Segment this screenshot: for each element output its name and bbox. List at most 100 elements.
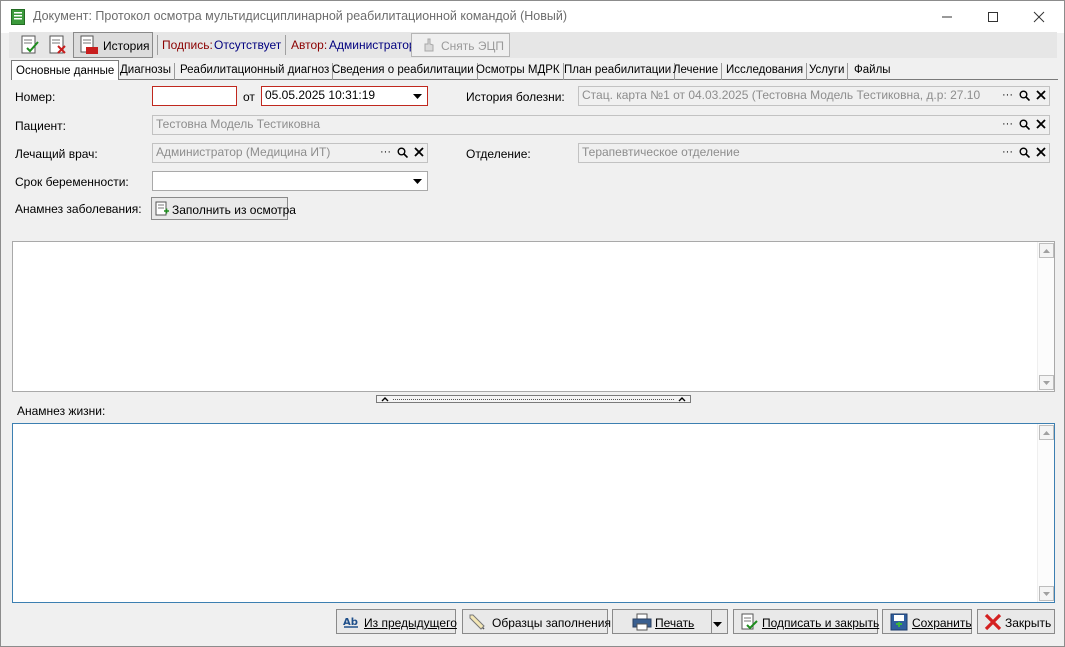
department-value: Терапевтическое отделение	[582, 145, 740, 159]
department-search-button[interactable]	[1016, 144, 1033, 160]
search-icon	[397, 147, 408, 158]
ellipsis-icon: ···	[1002, 118, 1013, 130]
fill-document-icon	[155, 201, 169, 216]
scroll-down-button[interactable]	[1039, 586, 1054, 601]
life-anamnesis-label: Анамнез жизни:	[17, 404, 106, 418]
patient-value: Тестовна Модель Тестиковна	[156, 117, 321, 131]
pregnancy-label: Срок беременности:	[15, 175, 129, 189]
department-clear-button[interactable]	[1032, 144, 1049, 160]
from-previous-label: Из предыдущего	[364, 616, 457, 630]
from-previous-button[interactable]: Ab Из предыдущего	[336, 609, 457, 634]
scroll-up-icon	[1043, 430, 1050, 435]
maximize-button[interactable]	[970, 1, 1016, 33]
patient-field[interactable]: Тестовна Модель Тестиковна	[152, 115, 1050, 135]
doctor-label: Лечащий врач:	[15, 147, 98, 161]
clear-icon	[1035, 119, 1046, 129]
history-field[interactable]: Стац. карта №1 от 04.03.2025 (Тестовна М…	[578, 86, 1050, 106]
tab-strip: Основные данные Диагнозы Реабилитационны…	[11, 60, 1059, 80]
patient-more-button[interactable]: ···	[999, 116, 1016, 132]
toolbar-separator	[157, 35, 158, 55]
toolbar-separator	[285, 35, 286, 55]
print-label: Печать	[655, 616, 695, 630]
scroll-down-button[interactable]	[1039, 375, 1054, 390]
minimize-button[interactable]	[924, 1, 970, 33]
save-button[interactable]: Сохранить	[882, 609, 972, 634]
doctor-clear-button[interactable]	[410, 144, 427, 160]
sign-close-button[interactable]: Подписать и закрыть	[733, 609, 879, 634]
history-more-button[interactable]: ···	[999, 87, 1016, 103]
remove-ecp-label: Снять ЭЦП	[441, 39, 504, 53]
history-button[interactable]: История	[73, 32, 153, 58]
life-anamnesis-textarea[interactable]	[12, 423, 1055, 603]
ellipsis-icon: ···	[1002, 146, 1013, 158]
date-value: 05.05.2025 10:31:19	[265, 88, 376, 102]
save-label: Сохранить	[912, 616, 972, 630]
tab-treatment[interactable]: Лечение	[670, 63, 723, 80]
signature-label: Подпись:	[162, 38, 213, 52]
tab-rehab-diagnosis[interactable]: Реабилитационный диагноз	[177, 63, 334, 80]
splitter-grip	[393, 399, 674, 400]
unsign-document-icon[interactable]	[47, 34, 69, 56]
number-label: Номер:	[15, 90, 56, 104]
scroll-up-button[interactable]	[1039, 243, 1054, 258]
date-dropdown-button[interactable]	[409, 88, 426, 104]
print-button[interactable]: Печать	[612, 609, 728, 634]
department-field[interactable]: Терапевтическое отделение	[578, 143, 1050, 163]
doctor-value: Администратор (Медицина ИТ)	[156, 145, 331, 159]
author-label: Автор:	[291, 38, 328, 52]
chevron-up-icon	[678, 397, 686, 402]
number-input[interactable]	[152, 86, 237, 106]
sign-document-icon[interactable]	[19, 34, 41, 56]
pregnancy-select[interactable]	[152, 171, 428, 191]
printer-icon	[632, 613, 652, 631]
tab-mdrk-exams[interactable]: Осмотры МДРК	[473, 63, 564, 80]
clear-icon	[413, 147, 424, 157]
tab-rehab-info[interactable]: Сведения о реабилитации	[329, 63, 478, 80]
fill-from-exam-button[interactable]: Заполнить из осмотра	[151, 197, 296, 220]
ellipsis-icon: ···	[380, 146, 391, 158]
close-window-button[interactable]	[1016, 1, 1062, 33]
date-picker[interactable]: 05.05.2025 10:31:19	[261, 86, 428, 106]
tab-rehab-plan[interactable]: План реабилитации	[561, 63, 676, 80]
pregnancy-dropdown-button[interactable]	[409, 173, 426, 189]
scroll-up-button[interactable]	[1039, 425, 1054, 440]
tab-diagnoses[interactable]: Диагнозы	[117, 63, 175, 80]
samples-button[interactable]: Образцы заполнения	[462, 609, 611, 634]
doctor-more-button[interactable]: ···	[377, 144, 394, 160]
chevron-down-icon	[413, 93, 422, 99]
scroll-down-icon	[1043, 591, 1050, 596]
patient-clear-button[interactable]	[1032, 116, 1049, 132]
chevron-up-icon	[381, 397, 389, 402]
template-pencil-icon	[469, 614, 485, 630]
ellipsis-icon: ···	[1002, 89, 1013, 101]
patient-label: Пациент:	[15, 119, 67, 133]
anamnesis-scrollbar[interactable]	[1037, 242, 1054, 391]
patient-search-button[interactable]	[1016, 116, 1033, 132]
history-clear-button[interactable]	[1032, 87, 1049, 103]
minimize-icon	[942, 16, 952, 18]
doctor-search-button[interactable]	[394, 144, 411, 160]
close-button[interactable]: Закрыть	[977, 609, 1055, 634]
search-icon	[1019, 90, 1030, 101]
tab-research[interactable]: Исследования	[723, 63, 808, 80]
department-more-button[interactable]: ···	[999, 144, 1016, 160]
chevron-down-icon	[413, 178, 422, 184]
fill-from-exam-label: Заполнить из осмотра	[172, 203, 296, 217]
department-label: Отделение:	[466, 147, 531, 161]
document-window: Документ: Протокол осмотра мультидисципл…	[0, 0, 1065, 647]
history-search-button[interactable]	[1016, 87, 1033, 103]
tab-services[interactable]: Услуги	[806, 63, 849, 80]
ecp-hand-icon	[424, 38, 434, 52]
history-label: История	[103, 39, 150, 53]
anamnesis-label: Анамнез заболевания:	[15, 202, 142, 216]
save-icon	[890, 613, 908, 631]
anamnesis-textarea[interactable]	[12, 241, 1055, 392]
tab-main-data[interactable]: Основные данные	[11, 60, 120, 80]
remove-ecp-button[interactable]: Снять ЭЦП	[411, 33, 510, 57]
tab-files[interactable]: Файлы	[851, 63, 894, 80]
splitter-handle[interactable]	[376, 395, 691, 403]
scroll-down-icon	[1043, 380, 1050, 385]
search-icon	[1019, 119, 1030, 130]
life-anamnesis-scrollbar[interactable]	[1037, 424, 1054, 602]
maximize-icon	[988, 12, 998, 22]
